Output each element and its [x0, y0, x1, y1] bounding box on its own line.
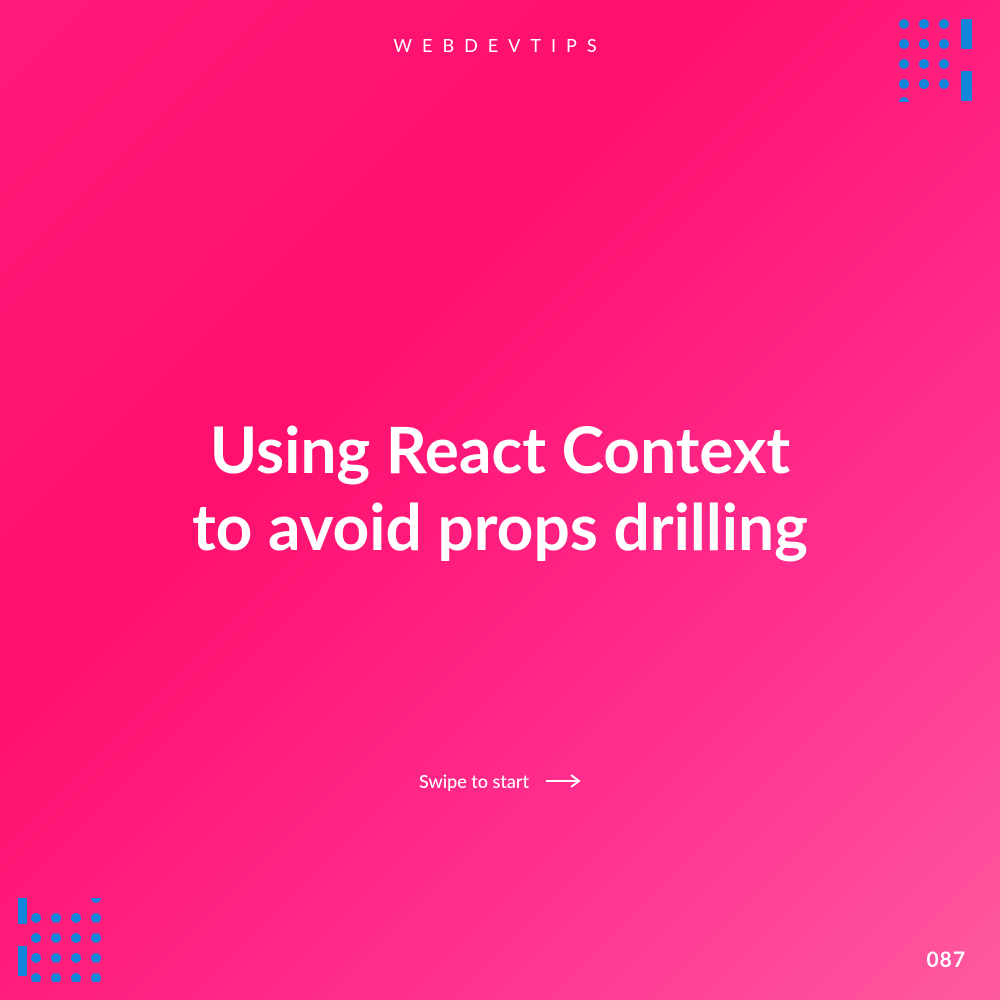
title-line-2: to avoid props drilling — [192, 487, 808, 564]
decorative-dots-top-right — [898, 18, 982, 102]
slide-number: 087 — [926, 947, 966, 972]
brand-label: WEBDEVTIPS — [393, 34, 606, 56]
arrow-right-icon — [545, 774, 581, 788]
decorative-dots-bottom-left — [18, 898, 102, 982]
title-line-1: Using React Context — [210, 410, 790, 487]
page-title: Using React Context to avoid props drill… — [50, 411, 950, 565]
swipe-label: Swipe to start — [419, 770, 529, 792]
swipe-cta[interactable]: Swipe to start — [419, 770, 581, 792]
